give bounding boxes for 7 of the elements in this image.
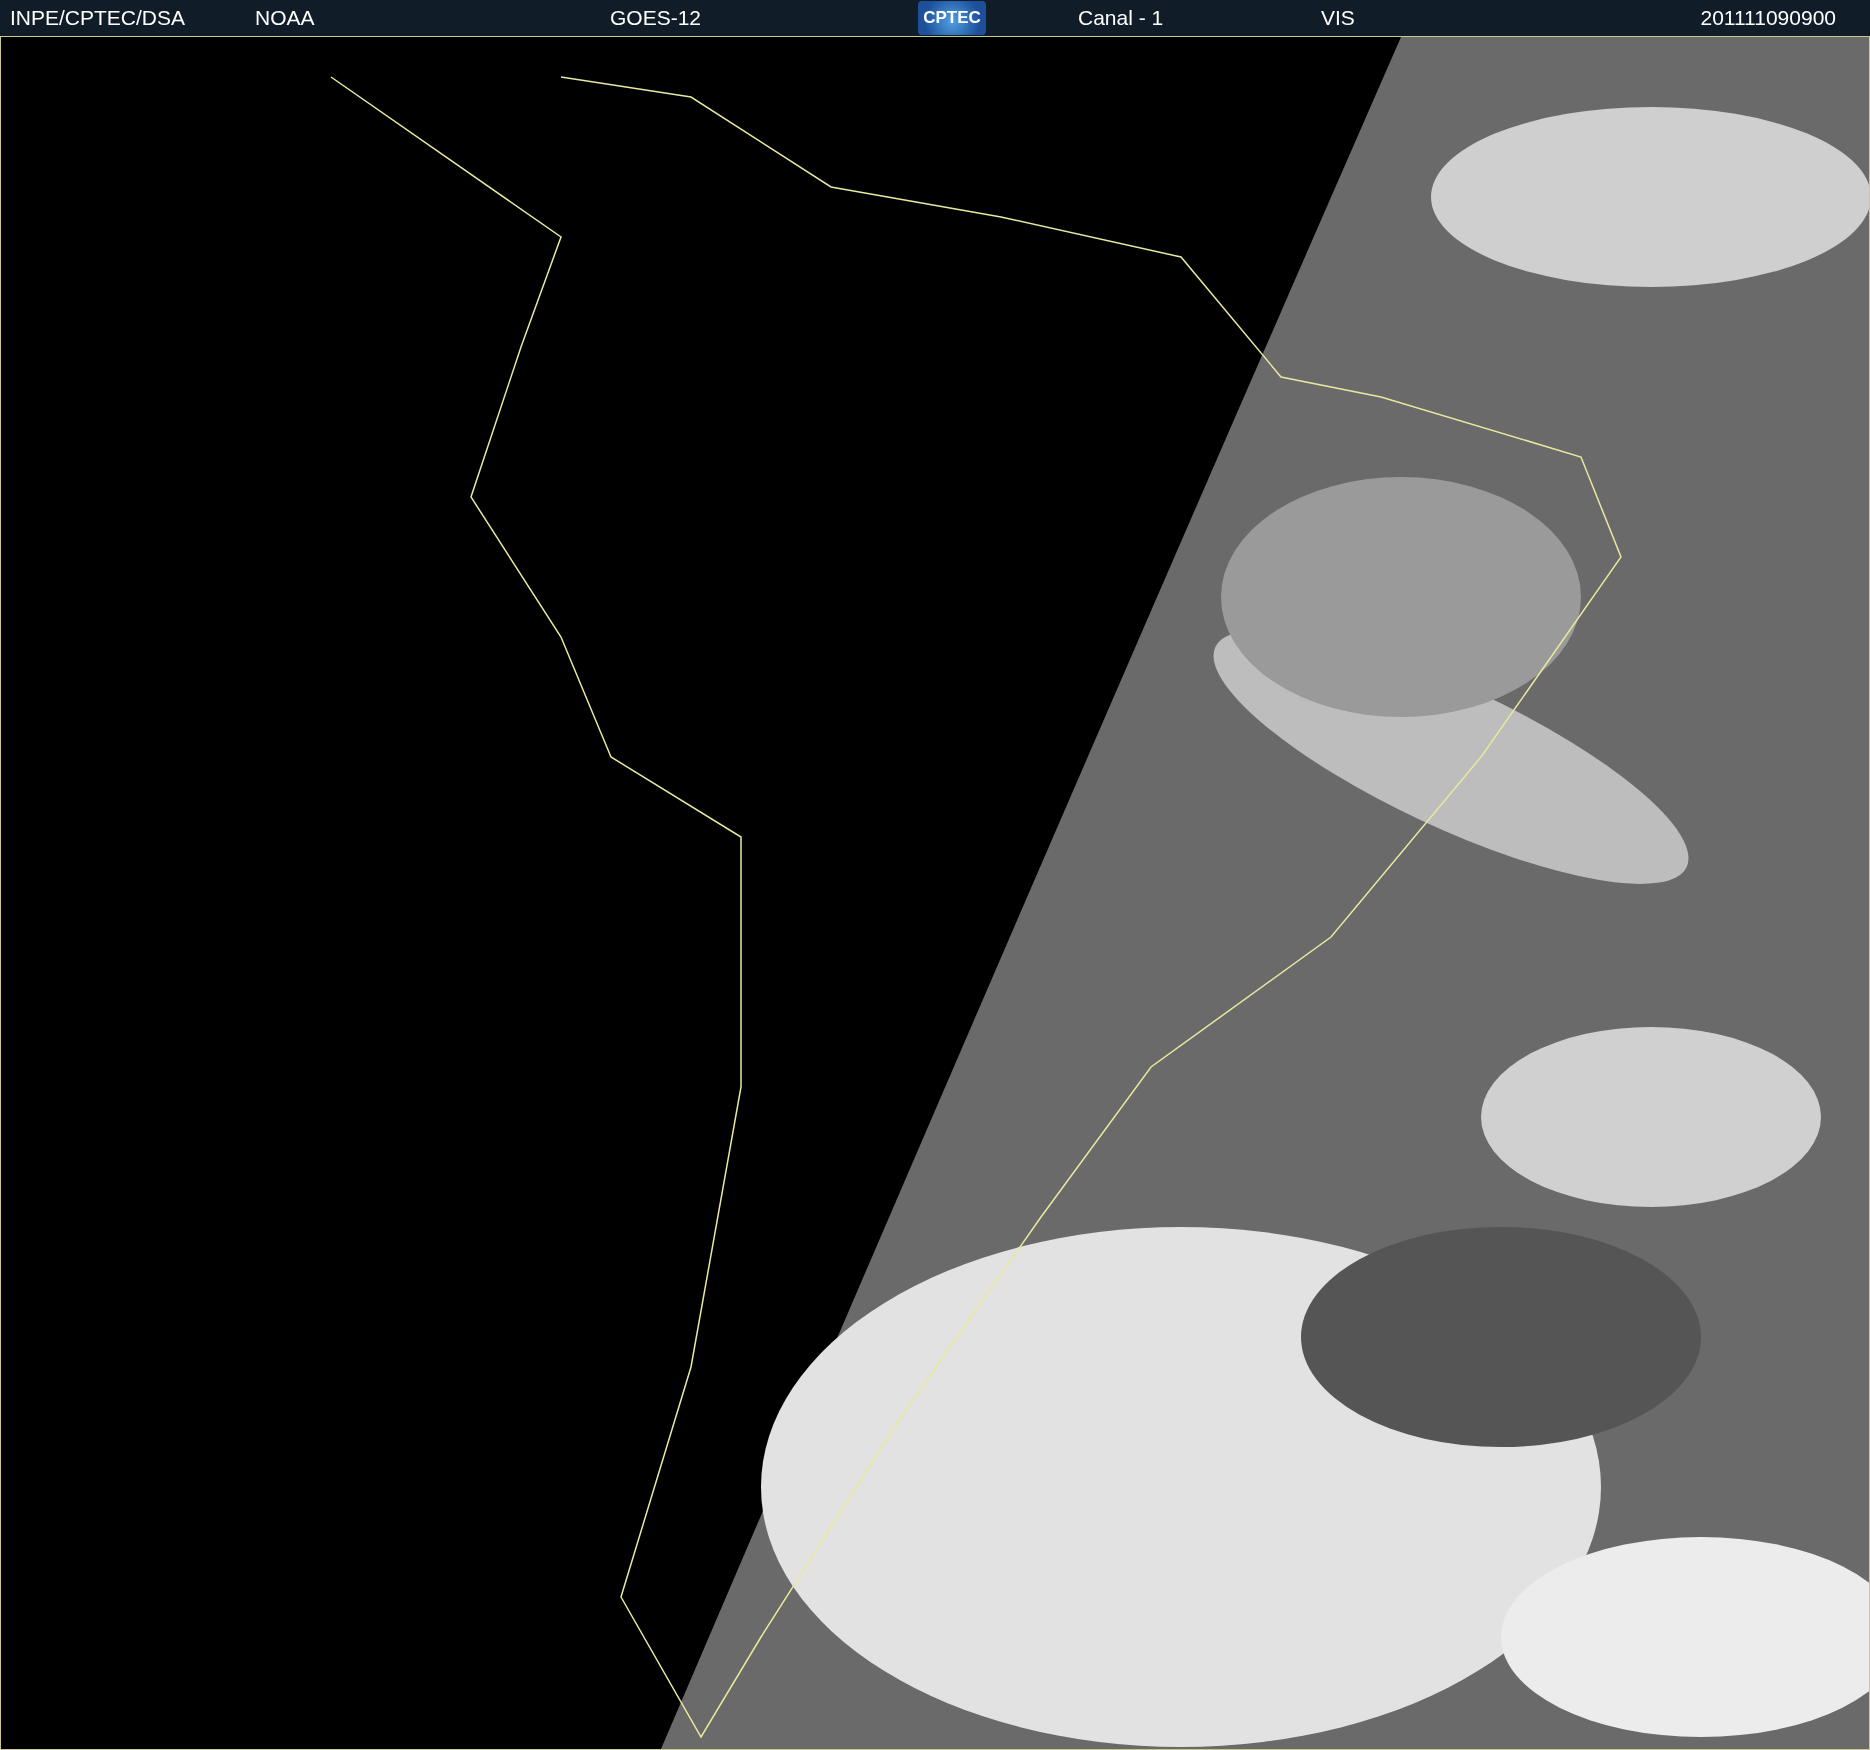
band-label: VIS [1320,6,1355,30]
channel-label: Canal - 1 [1077,6,1164,30]
agency-label: NOAA [254,6,315,30]
source-label: INPE/CPTEC/DSA [9,6,186,30]
timestamp-label: 201111090900 [1700,6,1837,30]
satellite-label: GOES-12 [609,6,702,30]
logo: CPTEC [918,1,986,35]
